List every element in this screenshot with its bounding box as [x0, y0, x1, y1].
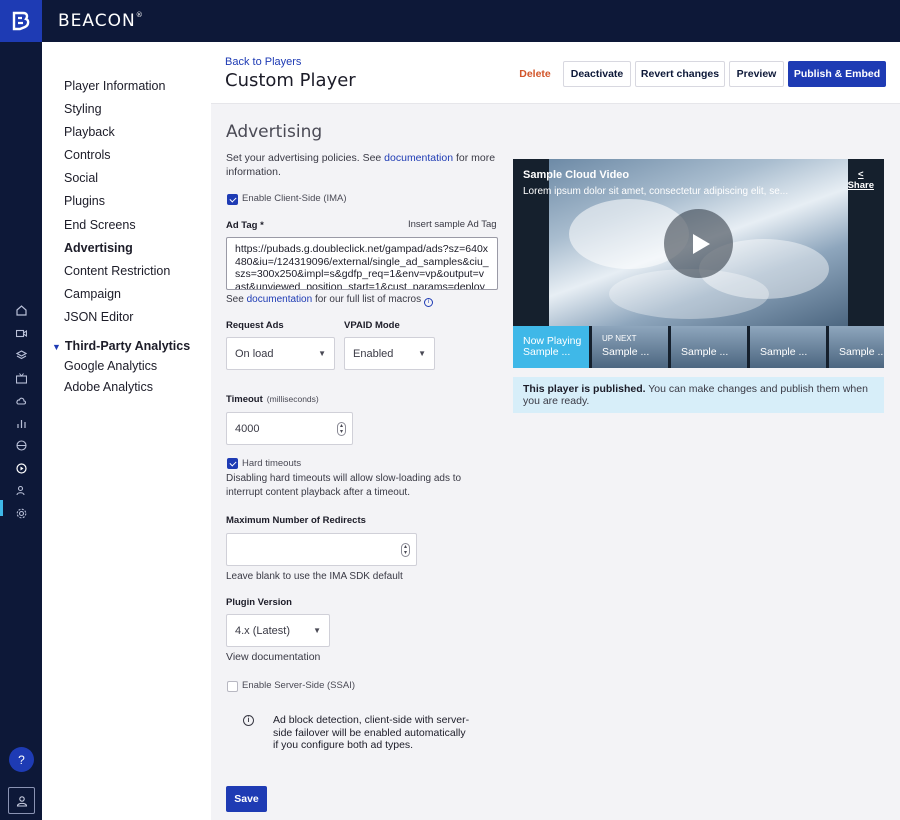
- timeout-label: Timeout (milliseconds): [226, 394, 319, 405]
- macros-documentation-link[interactable]: documentation: [247, 294, 313, 305]
- cloud-icon[interactable]: [14, 393, 28, 407]
- nav-controls[interactable]: Controls: [64, 148, 111, 162]
- insert-sample-ad-tag-link[interactable]: Insert sample Ad Tag: [408, 219, 497, 230]
- back-to-players-link[interactable]: Back to Players: [225, 56, 301, 68]
- documentation-link[interactable]: documentation: [384, 152, 453, 164]
- home-icon[interactable]: [14, 303, 28, 317]
- settings-icon[interactable]: [14, 506, 28, 520]
- nav-google-analytics[interactable]: Google Analytics: [64, 359, 157, 373]
- play-icon: [692, 233, 710, 254]
- playlist-item[interactable]: UP NEXT Sample ...: [592, 326, 668, 368]
- top-bar: BEACON®: [0, 0, 900, 42]
- playlist-item[interactable]: Sample ...: [671, 326, 747, 368]
- client-side-checkbox[interactable]: [227, 194, 238, 205]
- playlist-item[interactable]: Now Playing Sample ...: [513, 326, 589, 368]
- nav-json-editor[interactable]: JSON Editor: [64, 310, 133, 324]
- ad-tag-textarea[interactable]: https://pubads.g.doubleclick.net/gampad/…: [226, 237, 498, 290]
- revert-changes-button[interactable]: Revert changes: [635, 61, 725, 87]
- play-button[interactable]: [664, 209, 733, 278]
- hard-timeouts-help-line-2: interrupt content playback after a timeo…: [226, 487, 410, 498]
- section-description: Set your advertising policies. See docum…: [226, 152, 496, 178]
- playlist-item[interactable]: Sample ...: [829, 326, 884, 368]
- vpaid-mode-select[interactable]: Enabled ▼: [344, 337, 435, 370]
- help-button[interactable]: ?: [9, 747, 34, 772]
- delete-button[interactable]: Delete: [511, 61, 559, 87]
- question-icon: ?: [18, 752, 25, 767]
- caret-down-icon: ▼: [313, 626, 321, 635]
- timeout-input[interactable]: 4000 ▴ ▾: [226, 412, 353, 445]
- view-documentation-link[interactable]: View documentation: [226, 651, 320, 663]
- deactivate-button[interactable]: Deactivate: [563, 61, 631, 87]
- server-side-label: Enable Server-Side (SSAI): [242, 680, 355, 691]
- nav-campaign[interactable]: Campaign: [64, 287, 121, 301]
- nav-player-information[interactable]: Player Information: [64, 79, 165, 93]
- max-redirects-input[interactable]: ▴ ▾: [226, 533, 417, 566]
- page-title: Custom Player: [225, 70, 356, 91]
- nav-playback[interactable]: Playback: [64, 125, 115, 139]
- rail-active-indicator: [0, 500, 3, 516]
- save-button[interactable]: Save: [226, 786, 267, 812]
- nav-end-screens[interactable]: End Screens: [64, 218, 136, 232]
- caret-down-icon: ▼: [318, 349, 326, 358]
- beacon-logo-icon[interactable]: [0, 0, 42, 42]
- tv-icon[interactable]: [14, 371, 28, 385]
- account-button[interactable]: [8, 787, 35, 814]
- share-icon: <: [858, 169, 864, 180]
- info-icon: i: [243, 715, 254, 726]
- layers-icon[interactable]: [14, 348, 28, 362]
- max-redirects-label: Maximum Number of Redirects: [226, 515, 366, 526]
- section-title: Advertising: [226, 122, 323, 142]
- analytics-icon[interactable]: [14, 416, 28, 430]
- caret-down-icon: ▼: [418, 349, 426, 358]
- share-button[interactable]: < Share: [848, 169, 874, 191]
- request-ads-label: Request Ads: [226, 320, 284, 331]
- client-side-label: Enable Client-Side (IMA): [242, 193, 347, 204]
- publish-embed-button[interactable]: Publish & Embed: [788, 61, 886, 87]
- video-description: Lorem ipsum dolor sit amet, consectetur …: [523, 186, 789, 197]
- brand-name: BEACON®: [58, 11, 144, 31]
- playlist-thumbnails: Now Playing Sample ... UP NEXT Sample ... …: [513, 326, 884, 368]
- nav-content-restriction[interactable]: Content Restriction: [64, 264, 170, 278]
- preview-button[interactable]: Preview: [729, 61, 784, 87]
- page-header: Back to Players Custom Player Delete Dea…: [211, 42, 900, 104]
- ad-tag-label: Ad Tag *: [226, 220, 264, 231]
- info-circle-icon: i: [423, 298, 433, 307]
- max-redirects-help: Leave blank to use the IMA SDK default: [226, 571, 403, 582]
- player-preview[interactable]: Sample Cloud Video Lorem ipsum dolor sit…: [513, 159, 884, 368]
- published-status-banner: This player is published. You can make c…: [513, 377, 884, 413]
- globe-icon[interactable]: [14, 438, 28, 452]
- player-icon[interactable]: [14, 461, 28, 475]
- nav-social[interactable]: Social: [64, 171, 98, 185]
- plugin-version-select[interactable]: 4.x (Latest) ▼: [226, 614, 330, 647]
- stepper-icon[interactable]: ▴ ▾: [401, 543, 410, 557]
- macros-help: See documentation for our full list of m…: [226, 294, 433, 307]
- hard-timeouts-help-line-1: Disabling hard timeouts will allow slow-…: [226, 473, 462, 484]
- main-content: Advertising Set your advertising policie…: [211, 104, 900, 820]
- nav-advertising[interactable]: Advertising: [64, 241, 133, 255]
- player-settings-nav: Player Information Styling Playback Cont…: [42, 42, 211, 820]
- stepper-icon[interactable]: ▴ ▾: [337, 422, 346, 436]
- user-icon: [16, 795, 27, 807]
- server-side-checkbox[interactable]: [227, 681, 238, 692]
- hard-timeouts-label: Hard timeouts: [242, 458, 302, 469]
- nav-third-party-analytics[interactable]: ▼ Third-Party Analytics: [52, 339, 190, 353]
- nav-adobe-analytics[interactable]: Adobe Analytics: [64, 380, 153, 394]
- icon-rail: ?: [0, 42, 42, 820]
- video-title: Sample Cloud Video: [523, 169, 630, 181]
- vpaid-mode-label: VPAID Mode: [344, 320, 400, 331]
- nav-styling[interactable]: Styling: [64, 102, 102, 116]
- chevron-down-icon: ▼: [52, 342, 61, 352]
- video-icon[interactable]: [14, 326, 28, 340]
- nav-plugins[interactable]: Plugins: [64, 194, 105, 208]
- request-ads-select[interactable]: On load ▼: [226, 337, 335, 370]
- users-icon[interactable]: [14, 483, 28, 497]
- hard-timeouts-checkbox[interactable]: [227, 458, 238, 469]
- playlist-item[interactable]: Sample ...: [750, 326, 826, 368]
- ad-block-info-note: Ad block detection, client-side with ser…: [273, 714, 470, 751]
- plugin-version-label: Plugin Version: [226, 597, 292, 608]
